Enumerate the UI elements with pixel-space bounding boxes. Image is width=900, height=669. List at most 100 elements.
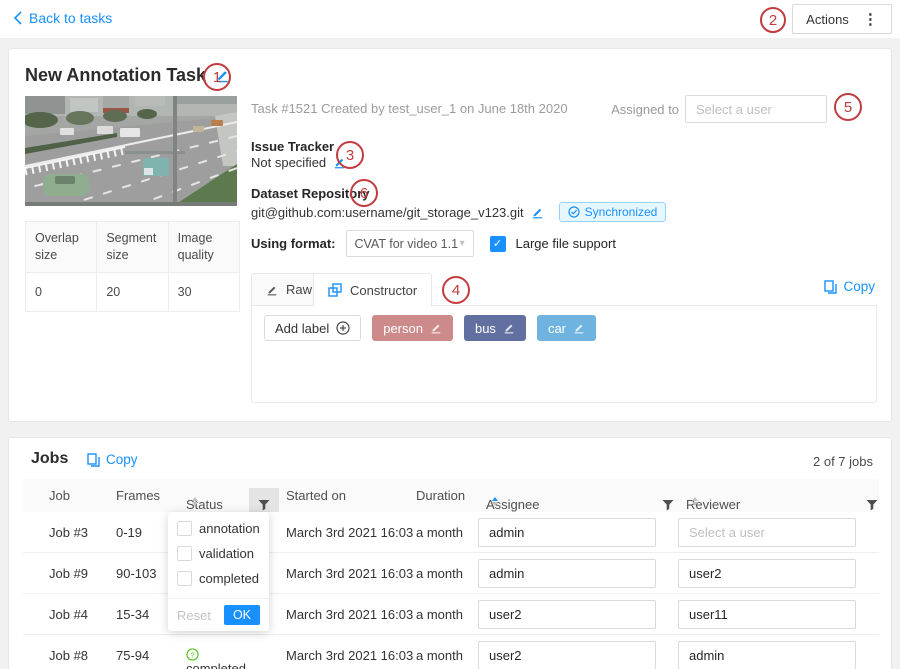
labels-copy-label: Copy <box>843 279 875 294</box>
table-row: Job #3 0-19 March 3rd 2021 16:03 a month <box>23 512 879 553</box>
table-row: Job #4 15-34 March 3rd 2021 16:03 a mont… <box>23 594 879 635</box>
frames-cell: 90-103 <box>116 566 156 581</box>
param-value-segment: 20 <box>97 272 168 311</box>
task-details-page: Back to tasks Actions ⋮ New Annotation T… <box>0 0 900 669</box>
jobs-card: Jobs Copy 2 of 7 jobs Job Frames Status … <box>8 437 892 669</box>
edit-repository-icon[interactable] <box>531 206 544 219</box>
reviewer-input[interactable] <box>678 641 856 669</box>
format-select[interactable]: CVAT for video 1.1 ▾ <box>346 230 474 257</box>
task-parameters-table: Overlap size Segment size Image quality … <box>25 221 240 312</box>
jobs-table-header: Job Frames Status Started on Duration As… <box>23 479 879 512</box>
add-label-text: Add label <box>275 321 329 336</box>
duration-cell: a month <box>416 525 463 540</box>
add-label-button[interactable]: Add label <box>264 315 361 341</box>
reviewer-input[interactable] <box>678 518 856 547</box>
status-cell: completed ? <box>186 648 199 661</box>
reviewer-input[interactable] <box>678 559 856 588</box>
started-cell: March 3rd 2021 16:03 <box>286 648 413 663</box>
annotation-circle-3: 3 <box>336 141 364 169</box>
assigned-to-label: Assigned to <box>601 102 679 117</box>
label-chip-person[interactable]: person <box>372 315 453 341</box>
task-card: New Annotation Task <box>8 48 892 422</box>
jobs-copy-label: Copy <box>106 452 138 467</box>
assignee-input[interactable] <box>478 518 656 547</box>
task-preview-image <box>25 96 237 206</box>
label-chip-bus[interactable]: bus <box>464 315 526 341</box>
edit-label-icon[interactable] <box>503 322 515 334</box>
copy-icon <box>87 453 100 467</box>
table-row: Job #9 90-103 March 3rd 2021 16:03 a mon… <box>23 553 879 594</box>
issue-tracker-value: Not specified <box>251 155 346 170</box>
tab-constructor-label: Constructor <box>350 283 417 298</box>
annotation-circle-2: 2 <box>760 7 786 33</box>
checkbox-annotation[interactable] <box>177 521 192 536</box>
filter-reset-button[interactable]: Reset <box>177 608 211 623</box>
edit-label-icon[interactable] <box>430 322 442 334</box>
filter-option-annotation[interactable]: annotation <box>177 521 260 536</box>
back-link-label: Back to tasks <box>29 10 112 26</box>
filter-option-completed[interactable]: completed <box>177 571 260 586</box>
task-title: New Annotation Task <box>25 65 230 86</box>
back-to-tasks-link[interactable]: Back to tasks <box>13 10 112 26</box>
param-value-quality: 30 <box>168 272 239 311</box>
status-filter-dropdown: annotation validation completed Reset OK <box>168 512 269 631</box>
annotation-circle-5: 5 <box>834 93 862 121</box>
checkbox-validation[interactable] <box>177 546 192 561</box>
filter-option-label: completed <box>199 571 259 586</box>
using-format-label: Using format: <box>251 236 336 251</box>
export-format-row: Using format: CVAT for video 1.1 ▾ ✓ Lar… <box>251 230 616 257</box>
duration-cell: a month <box>416 566 463 581</box>
job-link[interactable]: Job #3 <box>49 525 88 540</box>
jobs-copy-button[interactable]: Copy <box>87 452 138 467</box>
tab-raw-label: Raw <box>286 282 312 297</box>
label-constructor-panel: Add label person bus car <box>251 306 877 403</box>
job-link[interactable]: Job #4 <box>49 607 88 622</box>
job-link[interactable]: Job #8 <box>49 648 88 663</box>
jobs-title: Jobs <box>31 450 68 468</box>
param-header-quality: Image quality <box>168 222 239 273</box>
tab-constructor[interactable]: Constructor <box>313 273 432 307</box>
task-title-text: New Annotation Task <box>25 65 206 86</box>
checkbox-completed[interactable] <box>177 571 192 586</box>
assignee-input[interactable] <box>478 559 656 588</box>
filter-ok-button[interactable]: OK <box>224 605 260 625</box>
assigned-to-input[interactable] <box>685 95 827 123</box>
edit-label-icon[interactable] <box>573 322 585 334</box>
annotation-circle-4: 4 <box>442 276 470 304</box>
check-circle-icon <box>568 206 580 218</box>
task-meta: Task #1521 Created by test_user_1 on Jun… <box>251 101 568 116</box>
chevron-down-icon: ▾ <box>459 238 464 249</box>
labels-copy-button[interactable]: Copy <box>824 279 875 294</box>
duration-cell: a month <box>416 648 463 663</box>
large-file-checkbox[interactable]: ✓ <box>490 236 506 252</box>
started-cell: March 3rd 2021 16:03 <box>286 525 413 540</box>
label-chip-person-text: person <box>383 321 423 336</box>
chevron-left-icon <box>13 11 22 25</box>
label-chip-car[interactable]: car <box>537 315 596 341</box>
started-cell: March 3rd 2021 16:03 <box>286 566 413 581</box>
param-header-segment: Segment size <box>97 222 168 273</box>
dataset-repository-value: git@github.com:username/git_storage_v123… <box>251 202 666 222</box>
plus-circle-icon <box>336 321 350 335</box>
copy-icon <box>824 280 837 294</box>
filter-option-validation[interactable]: validation <box>177 546 260 561</box>
assignee-input[interactable] <box>478 600 656 629</box>
sort-assignee-icon[interactable] <box>492 497 498 506</box>
duration-cell: a month <box>416 607 463 622</box>
param-header-overlap: Overlap size <box>26 222 97 273</box>
frames-cell: 15-34 <box>116 607 149 622</box>
col-started: Started on <box>286 488 346 503</box>
actions-button[interactable]: Actions ⋮ <box>792 4 892 34</box>
job-link[interactable]: Job #9 <box>49 566 88 581</box>
sort-status-icon[interactable] <box>192 497 198 506</box>
frames-cell: 0-19 <box>116 525 142 540</box>
filter-option-label: validation <box>199 546 254 561</box>
assignee-input[interactable] <box>478 641 656 669</box>
format-select-value: CVAT for video 1.1 <box>355 237 459 251</box>
question-circle-icon[interactable]: ? <box>186 648 199 661</box>
reviewer-input[interactable] <box>678 600 856 629</box>
annotation-circle-6: 6 <box>350 179 378 207</box>
issue-tracker-label: Issue Tracker <box>251 139 334 154</box>
annotation-circle-1: 1 <box>203 63 231 91</box>
sort-reviewer-icon[interactable] <box>692 497 698 506</box>
